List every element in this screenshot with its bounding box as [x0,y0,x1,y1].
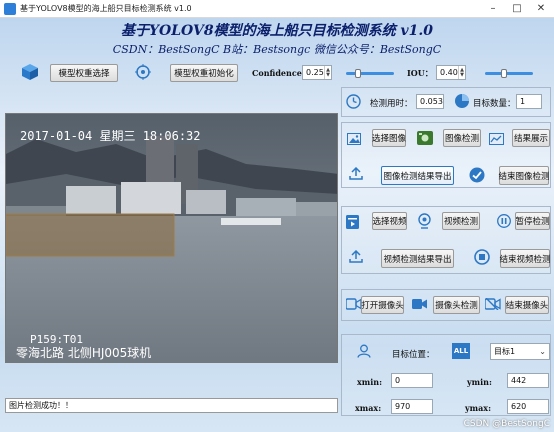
end-camera-button[interactable]: 结束摄像头 [505,296,549,314]
time-value: 0.053 [416,94,444,109]
pie-chart-icon [454,93,470,109]
ymax-label: ymax: [465,403,492,413]
camera-location: 零海北路 北侧HJ005球机 [16,346,152,360]
chevron-down-icon: ⌄ [539,347,546,356]
status-bar: 图片检测成功！！ [5,398,338,413]
confidence-value: 0.25 [306,68,324,77]
all-targets-icon: ALL [452,343,470,359]
xmin-value: 0 [391,373,433,388]
target-settings-icon[interactable] [135,64,151,80]
webcam-icon [417,213,432,229]
iou-slider-track [485,72,533,75]
stop-circle-icon [474,249,490,265]
pause-detect-button[interactable]: 暂停检测 [515,212,550,230]
xmin-label: xmin: [357,377,383,387]
confidence-label: Confidence: [252,68,305,78]
model-select-button[interactable]: 模型权重选择 [50,64,118,82]
target-select-value: 目标1 [494,347,516,356]
video-camera-icon [412,298,428,310]
image-detect-icon [417,131,433,145]
ymax-value: 620 [507,399,549,414]
maximize-button[interactable]: □ [510,2,524,16]
image-detect-button[interactable]: 图像检测 [443,129,481,147]
time-label: 检测用时： [370,99,413,109]
minimize-button[interactable]: – [486,2,500,16]
window-titlebar: 基于YOLOV8模型的海上船只目标检测系统 v1.0 – □ ✕ [0,0,554,18]
image-icon [347,133,361,145]
iou-slider[interactable] [485,68,533,78]
upload-icon [349,250,363,263]
open-camera-button[interactable]: 打开摄像头 [361,296,404,314]
check-circle-icon [469,167,485,183]
count-value: 1 [516,94,542,109]
detection-display: 2017-01-04 星期三 18:06:32 P159:T01 零海北路 北侧… [5,113,338,363]
confidence-slider-track [346,72,394,75]
window-title: 基于YOLOV8模型的海上船只目标检测系统 v1.0 [20,4,192,13]
target-position-label: 目标位置： [392,350,435,360]
spin-arrows-icon[interactable]: ▲ ▼ [458,66,465,79]
end-image-detect-button[interactable]: 结束图像检测 [499,166,550,185]
harbor-scene-image [6,114,337,362]
close-button[interactable]: ✕ [534,2,548,16]
video-timestamp: 2017-01-04 星期三 18:06:32 [20,129,201,143]
camera-detect-button[interactable]: 摄像头检测 [433,296,480,314]
clock-icon [346,94,361,109]
app-subtitle: CSDN：BestSongC B站：Bestsongc 微信公众号：BestSo… [112,43,442,56]
video-file-icon [346,215,359,229]
watermark: CSDN @BestSongC [463,419,550,429]
iou-value: 0.40 [440,68,458,77]
iou-slider-handle[interactable] [501,69,508,78]
xmax-value: 970 [391,399,433,414]
camera-off-icon [485,298,501,310]
export-image-result-button[interactable]: 图像检测结果导出 [381,166,454,185]
confidence-spinbox[interactable]: 0.25 ▲ ▼ [302,65,332,80]
video-detect-button[interactable]: 视频检测 [442,212,480,230]
target-select[interactable]: 目标1 ⌄ [490,343,550,360]
chart-result-icon [489,133,504,145]
select-video-button[interactable]: 选择视频 [372,212,407,230]
app-title: 基于YOLOV8模型的海上船只目标检测系统 v1.0 [121,23,433,39]
end-video-detect-button[interactable]: 结束视频检测 [500,249,551,268]
xmax-label: xmax: [355,403,382,413]
upload-icon [349,167,363,180]
confidence-slider[interactable] [346,68,394,78]
app-icon [4,3,16,15]
count-label: 目标数量： [473,99,516,109]
spin-arrows-icon[interactable]: ▲ ▼ [324,66,331,79]
cube-icon [21,63,39,81]
iou-spinbox[interactable]: 0.40 ▲ ▼ [436,65,466,80]
export-video-result-button[interactable]: 视频检测结果导出 [381,249,454,268]
confidence-slider-handle[interactable] [355,69,361,78]
pause-icon [497,214,511,228]
select-image-button[interactable]: 选择图像 [372,129,406,147]
ymin-value: 442 [507,373,549,388]
video-camera-icon [346,298,362,310]
show-result-button[interactable]: 结果展示 [512,129,550,147]
model-init-button[interactable]: 模型权重初始化 [170,64,238,82]
iou-label: IOU： [407,68,433,78]
user-icon [357,344,371,358]
ymin-label: ymin: [467,377,492,387]
